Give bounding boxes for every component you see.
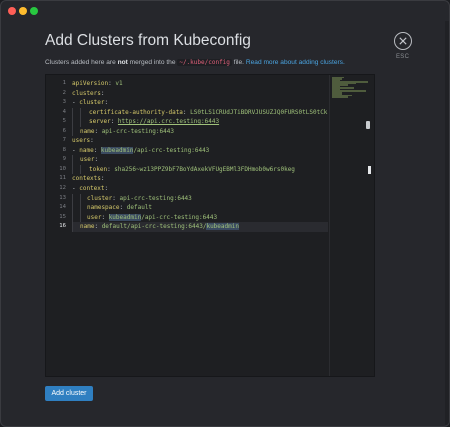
line-number: 12 bbox=[59, 185, 66, 192]
line-number: 8 bbox=[62, 146, 66, 153]
code-line: namespace: default bbox=[72, 203, 328, 213]
line-number: 11 bbox=[59, 175, 66, 182]
line-number: 10 bbox=[59, 165, 66, 172]
line-number: 5 bbox=[62, 118, 66, 125]
code-line: apiVersion: v1 bbox=[72, 80, 123, 87]
code-area[interactable]: apiVersion: v1 clusters: - cluster: cert… bbox=[72, 75, 328, 376]
code-line: - name: kubeadmin/api-crc-testing:6443 bbox=[72, 146, 210, 154]
code-line: name: api-crc-testing:6443 bbox=[72, 126, 328, 137]
line-number: 3 bbox=[62, 99, 66, 106]
yaml-editor[interactable]: 1 2 3 4 5 6 7 8 9 10 11 12 13 14 15 16 apiVersion: v1 c… bbox=[45, 74, 375, 377]
code-line: certificate-authority-data: LS0tLS1CRUdJ… bbox=[72, 107, 328, 118]
code-line: clusters: bbox=[72, 89, 105, 97]
line-number: 1 bbox=[62, 80, 66, 86]
line-number: 4 bbox=[62, 108, 66, 115]
code-line: cluster: api-crc-testing:6443 bbox=[72, 193, 328, 204]
code-line: users: bbox=[72, 137, 94, 145]
read-more-link[interactable]: Read more about adding clusters. bbox=[246, 59, 345, 66]
line-number: 14 bbox=[59, 204, 66, 211]
code-line: user: bbox=[72, 155, 328, 165]
overview-ruler-cursor bbox=[368, 166, 371, 174]
code-line: server: https://api.crc.testing:6443 bbox=[72, 117, 328, 127]
title-bar bbox=[1, 1, 449, 21]
line-number: 9 bbox=[62, 156, 66, 163]
esc-hint: ESC bbox=[396, 54, 410, 60]
line-number: 13 bbox=[59, 194, 66, 201]
line-number-gutter: 1 2 3 4 5 6 7 8 9 10 11 12 13 14 15 16 bbox=[46, 75, 70, 376]
kubeconfig-path: ~/.kube/config bbox=[177, 59, 232, 66]
code-line: token: sha256~wz13PPZ9bF7BoYdAxekVFUgEBM… bbox=[72, 164, 328, 175]
minimize-window-button[interactable] bbox=[19, 7, 27, 15]
line-number: 7 bbox=[62, 137, 66, 144]
add-cluster-button[interactable]: Add cluster bbox=[45, 386, 93, 401]
line-number: 2 bbox=[62, 89, 66, 96]
line-number: 6 bbox=[62, 127, 66, 134]
editor-scroll-thumb[interactable] bbox=[366, 121, 370, 129]
close-icon bbox=[399, 37, 407, 45]
code-line: - context: bbox=[72, 185, 109, 193]
close-window-button[interactable] bbox=[8, 7, 16, 15]
close-button[interactable] bbox=[394, 32, 412, 50]
code-line: - cluster: bbox=[72, 99, 109, 107]
code-line-active: name: default/api-crc-testing:6443/kubea… bbox=[72, 222, 328, 232]
minimap[interactable] bbox=[332, 77, 368, 101]
code-line: contexts: bbox=[72, 175, 105, 183]
kubeconfig-dialog-window: Add Clusters from Kubeconfig ESC Cluster… bbox=[0, 0, 450, 427]
code-line: user: kubeadmin/api-crc-testing:6443 bbox=[72, 212, 328, 223]
dialog-title: Add Clusters from Kubeconfig bbox=[45, 32, 251, 49]
dialog-scrollbar[interactable] bbox=[445, 21, 449, 425]
line-number: 16 bbox=[59, 223, 66, 230]
line-number: 15 bbox=[59, 213, 66, 220]
zoom-window-button[interactable] bbox=[30, 7, 38, 15]
info-text: Clusters added here are not merged into … bbox=[45, 59, 345, 66]
